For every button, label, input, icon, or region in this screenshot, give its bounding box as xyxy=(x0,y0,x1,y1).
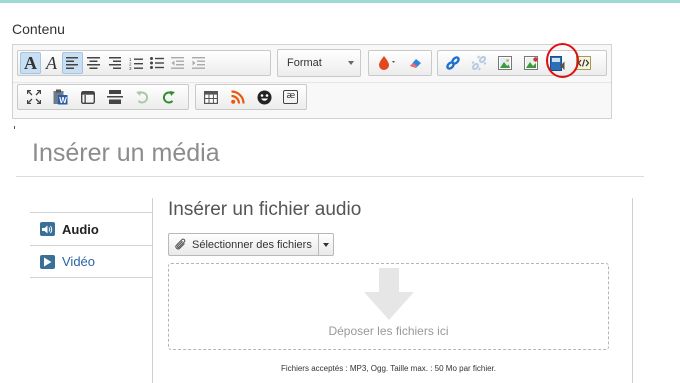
drop-icon xyxy=(379,56,395,70)
insert-gallery-button[interactable] xyxy=(518,52,544,74)
rss-icon xyxy=(230,90,245,104)
select-files-button[interactable]: Sélectionner des fichiers xyxy=(169,234,319,255)
play-icon xyxy=(40,254,55,269)
cursor-mark xyxy=(14,126,15,129)
modal-title: Insérer un média xyxy=(32,139,220,167)
panel-right-border xyxy=(632,198,633,383)
tab-audio-label: Audio xyxy=(62,221,99,237)
align-center-button[interactable] xyxy=(83,52,104,74)
italic-icon: A xyxy=(46,52,57,73)
eraser-button[interactable] xyxy=(405,52,426,74)
toolbar-group-color xyxy=(368,50,432,76)
toolbar-row-divider xyxy=(13,82,611,83)
chevron-down-icon xyxy=(322,242,329,247)
align-left-button[interactable] xyxy=(62,52,83,74)
indent-button[interactable] xyxy=(188,52,209,74)
italic-button[interactable]: A xyxy=(41,52,62,74)
text-color-icon: A xyxy=(24,52,37,73)
fullscreen-icon xyxy=(26,90,41,104)
tab-video[interactable]: Vidéo xyxy=(30,245,152,278)
indent-icon xyxy=(192,57,205,69)
panel-heading: Insérer un fichier audio xyxy=(168,199,362,220)
align-right-icon xyxy=(109,57,121,69)
numbered-list-icon: 123 xyxy=(129,57,143,70)
link-icon xyxy=(446,56,460,70)
insert-media-button[interactable] xyxy=(544,52,570,74)
media-type-tabs: Audio Vidéo xyxy=(30,212,152,278)
special-char-icon: æ xyxy=(283,90,299,104)
eraser-icon xyxy=(409,59,421,68)
unlink-button[interactable] xyxy=(466,52,492,74)
svg-text:W: W xyxy=(59,96,67,105)
fullscreen-button[interactable] xyxy=(20,86,47,108)
image-icon xyxy=(498,56,512,70)
tab-video-label: Vidéo xyxy=(62,254,96,269)
link-button[interactable] xyxy=(440,52,466,74)
source-code-button[interactable] xyxy=(570,52,596,74)
top-accent-rule xyxy=(0,0,680,3)
toolbar-group-formatting: A A 123 xyxy=(17,50,271,76)
outdent-icon xyxy=(171,57,184,69)
media-icon xyxy=(549,55,564,71)
select-files-dropdown-toggle[interactable] xyxy=(319,234,333,255)
gallery-icon xyxy=(523,55,538,70)
text-color-button[interactable]: A xyxy=(20,52,41,74)
toolbar-group-media xyxy=(437,50,607,76)
page-break-icon xyxy=(106,90,123,104)
special-char-button[interactable]: æ xyxy=(278,86,305,108)
file-dropzone[interactable]: Déposer les fichiers ici xyxy=(168,263,609,350)
section-label: Contenu xyxy=(12,21,65,37)
panel-left-border xyxy=(152,198,153,383)
smiley-icon xyxy=(257,90,272,104)
format-dropdown[interactable]: Format xyxy=(277,49,361,77)
select-files-label: Sélectionner des fichiers xyxy=(192,238,312,251)
unlink-icon xyxy=(471,55,487,71)
undo-button[interactable] xyxy=(128,86,155,108)
paperclip-icon xyxy=(175,238,186,250)
insert-image-button[interactable] xyxy=(492,52,518,74)
select-files-split-button: Sélectionner des fichiers xyxy=(168,233,334,256)
page-break-button[interactable] xyxy=(101,86,128,108)
format-dropdown-label: Format xyxy=(287,57,322,69)
accepted-files-note: Fichiers acceptés : MP3, Ogg. Taille max… xyxy=(280,364,497,373)
toolbar-group-tools: W xyxy=(17,84,189,110)
align-left-icon xyxy=(66,57,78,69)
outdent-button[interactable] xyxy=(167,52,188,74)
smiley-button[interactable] xyxy=(251,86,278,108)
download-arrow-icon xyxy=(364,268,414,320)
redo-icon xyxy=(162,91,175,104)
toolbar-group-insert: æ xyxy=(195,84,307,110)
numbered-list-button[interactable]: 123 xyxy=(125,52,146,74)
bullet-list-button[interactable] xyxy=(146,52,167,74)
font-color-button[interactable] xyxy=(371,52,405,74)
template-button[interactable] xyxy=(74,86,101,108)
paste-word-button[interactable]: W xyxy=(47,86,74,108)
svg-text:3: 3 xyxy=(129,66,132,70)
align-center-icon xyxy=(87,57,100,69)
modal-title-divider xyxy=(16,176,644,177)
paste-word-icon: W xyxy=(53,89,68,105)
bullet-list-icon xyxy=(149,57,164,69)
template-icon xyxy=(80,90,95,104)
undo-icon xyxy=(135,91,148,104)
chevron-down-icon xyxy=(348,61,354,65)
dropzone-text: Déposer les fichiers ici xyxy=(328,324,449,338)
audio-icon xyxy=(40,222,55,236)
table-button[interactable] xyxy=(198,86,225,108)
align-right-button[interactable] xyxy=(104,52,125,74)
rss-button[interactable] xyxy=(225,86,252,108)
code-icon xyxy=(575,56,591,70)
redo-button[interactable] xyxy=(155,86,182,108)
tab-audio[interactable]: Audio xyxy=(30,212,152,245)
table-icon xyxy=(204,90,219,104)
